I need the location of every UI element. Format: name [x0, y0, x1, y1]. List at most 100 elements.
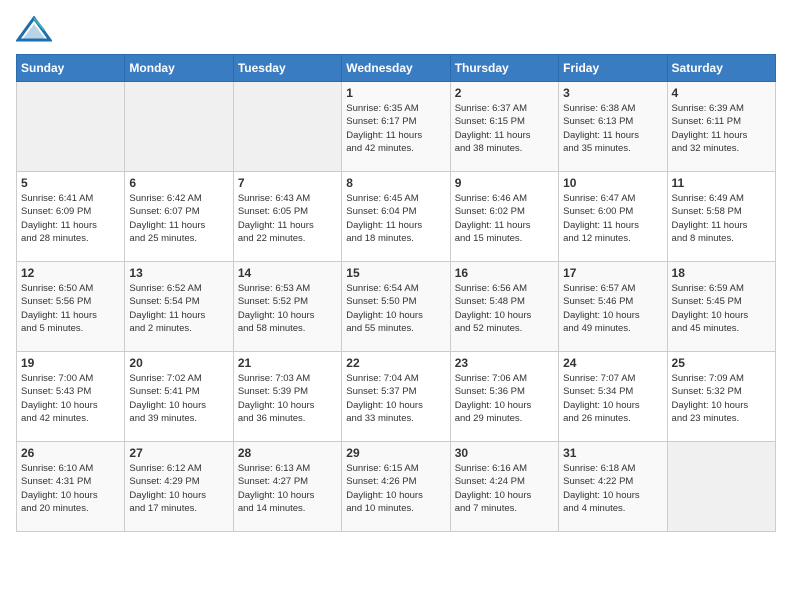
day-info: Sunrise: 6:45 AM Sunset: 6:04 PM Dayligh… [346, 192, 445, 245]
calendar-cell: 21 Sunrise: 7:03 AM Sunset: 5:39 PM Dayli… [233, 352, 341, 442]
calendar-cell: 14 Sunrise: 6:53 AM Sunset: 5:52 PM Dayli… [233, 262, 341, 352]
day-info: Sunrise: 6:56 AM Sunset: 5:48 PM Dayligh… [455, 282, 554, 335]
calendar-cell: 22 Sunrise: 7:04 AM Sunset: 5:37 PM Dayli… [342, 352, 450, 442]
day-number: 9 [455, 176, 554, 190]
calendar-cell: 25Sunrise: 7:09 AM Sunset: 5:32 PM Dayli… [667, 352, 775, 442]
calendar-cell: 29 Sunrise: 6:15 AM Sunset: 4:26 PM Dayli… [342, 442, 450, 532]
calendar-cell: 2 Sunrise: 6:37 AM Sunset: 6:15 PM Daylig… [450, 82, 558, 172]
day-info: Sunrise: 6:42 AM Sunset: 6:07 PM Dayligh… [129, 192, 228, 245]
calendar-cell: 18 Sunrise: 6:59 AM Sunset: 5:45 PM Dayli… [667, 262, 775, 352]
day-info: Sunrise: 6:38 AM Sunset: 6:13 PM Dayligh… [563, 102, 662, 155]
day-info: Sunrise: 6:39 AM Sunset: 6:11 PM Dayligh… [672, 102, 771, 155]
day-number: 17 [563, 266, 662, 280]
calendar-cell [667, 442, 775, 532]
day-number: 20 [129, 356, 228, 370]
day-info: Sunrise: 7:00 AM Sunset: 5:43 PM Dayligh… [21, 372, 120, 425]
day-number: 11 [672, 176, 771, 190]
day-number: 23 [455, 356, 554, 370]
day-info: Sunrise: 6:47 AM Sunset: 6:00 PM Dayligh… [563, 192, 662, 245]
calendar-cell: 24Sunrise: 7:07 AM Sunset: 5:34 PM Dayli… [559, 352, 667, 442]
day-number: 5 [21, 176, 120, 190]
day-info: Sunrise: 6:53 AM Sunset: 5:52 PM Dayligh… [238, 282, 337, 335]
day-info: Sunrise: 6:37 AM Sunset: 6:15 PM Dayligh… [455, 102, 554, 155]
weekday-header: Sunday [17, 55, 125, 82]
weekday-header: Monday [125, 55, 233, 82]
calendar-cell: 13Sunrise: 6:52 AM Sunset: 5:54 PM Dayli… [125, 262, 233, 352]
day-info: Sunrise: 7:04 AM Sunset: 5:37 PM Dayligh… [346, 372, 445, 425]
calendar-cell [125, 82, 233, 172]
calendar-cell: 31Sunrise: 6:18 AM Sunset: 4:22 PM Dayli… [559, 442, 667, 532]
weekday-header: Thursday [450, 55, 558, 82]
calendar-cell [17, 82, 125, 172]
calendar-week-row: 1 Sunrise: 6:35 AM Sunset: 6:17 PM Daylig… [17, 82, 776, 172]
calendar-header: SundayMondayTuesdayWednesdayThursdayFrid… [17, 55, 776, 82]
day-info: Sunrise: 6:59 AM Sunset: 5:45 PM Dayligh… [672, 282, 771, 335]
day-info: Sunrise: 6:12 AM Sunset: 4:29 PM Dayligh… [129, 462, 228, 515]
day-info: Sunrise: 6:13 AM Sunset: 4:27 PM Dayligh… [238, 462, 337, 515]
day-number: 14 [238, 266, 337, 280]
day-number: 30 [455, 446, 554, 460]
day-number: 18 [672, 266, 771, 280]
calendar-cell: 3 Sunrise: 6:38 AM Sunset: 6:13 PM Daylig… [559, 82, 667, 172]
day-number: 2 [455, 86, 554, 100]
calendar-table: SundayMondayTuesdayWednesdayThursdayFrid… [16, 54, 776, 532]
day-number: 21 [238, 356, 337, 370]
calendar-cell: 7 Sunrise: 6:43 AM Sunset: 6:05 PM Daylig… [233, 172, 341, 262]
day-info: Sunrise: 6:15 AM Sunset: 4:26 PM Dayligh… [346, 462, 445, 515]
calendar-cell: 28 Sunrise: 6:13 AM Sunset: 4:27 PM Dayli… [233, 442, 341, 532]
day-number: 1 [346, 86, 445, 100]
day-number: 27 [129, 446, 228, 460]
calendar-cell: 23 Sunrise: 7:06 AM Sunset: 5:36 PM Dayli… [450, 352, 558, 442]
day-info: Sunrise: 7:03 AM Sunset: 5:39 PM Dayligh… [238, 372, 337, 425]
calendar-cell: 9 Sunrise: 6:46 AM Sunset: 6:02 PM Daylig… [450, 172, 558, 262]
page-header [16, 16, 776, 44]
day-number: 22 [346, 356, 445, 370]
day-number: 26 [21, 446, 120, 460]
calendar-cell: 6 Sunrise: 6:42 AM Sunset: 6:07 PM Daylig… [125, 172, 233, 262]
day-info: Sunrise: 6:10 AM Sunset: 4:31 PM Dayligh… [21, 462, 120, 515]
logo [16, 16, 56, 44]
calendar-cell: 8Sunrise: 6:45 AM Sunset: 6:04 PM Daylig… [342, 172, 450, 262]
calendar-week-row: 26 Sunrise: 6:10 AM Sunset: 4:31 PM Dayli… [17, 442, 776, 532]
day-number: 7 [238, 176, 337, 190]
day-info: Sunrise: 6:16 AM Sunset: 4:24 PM Dayligh… [455, 462, 554, 515]
day-info: Sunrise: 6:54 AM Sunset: 5:50 PM Dayligh… [346, 282, 445, 335]
calendar-cell: 17Sunrise: 6:57 AM Sunset: 5:46 PM Dayli… [559, 262, 667, 352]
calendar-cell: 30 Sunrise: 6:16 AM Sunset: 4:24 PM Dayli… [450, 442, 558, 532]
calendar-cell: 26 Sunrise: 6:10 AM Sunset: 4:31 PM Dayli… [17, 442, 125, 532]
day-number: 28 [238, 446, 337, 460]
weekday-header: Saturday [667, 55, 775, 82]
day-number: 10 [563, 176, 662, 190]
day-info: Sunrise: 7:06 AM Sunset: 5:36 PM Dayligh… [455, 372, 554, 425]
calendar-cell: 20 Sunrise: 7:02 AM Sunset: 5:41 PM Dayli… [125, 352, 233, 442]
day-info: Sunrise: 6:41 AM Sunset: 6:09 PM Dayligh… [21, 192, 120, 245]
calendar-cell: 1 Sunrise: 6:35 AM Sunset: 6:17 PM Daylig… [342, 82, 450, 172]
calendar-cell: 16Sunrise: 6:56 AM Sunset: 5:48 PM Dayli… [450, 262, 558, 352]
day-info: Sunrise: 6:50 AM Sunset: 5:56 PM Dayligh… [21, 282, 120, 335]
day-info: Sunrise: 7:02 AM Sunset: 5:41 PM Dayligh… [129, 372, 228, 425]
calendar-week-row: 5 Sunrise: 6:41 AM Sunset: 6:09 PM Daylig… [17, 172, 776, 262]
day-info: Sunrise: 7:09 AM Sunset: 5:32 PM Dayligh… [672, 372, 771, 425]
logo-icon [16, 16, 52, 44]
day-info: Sunrise: 6:35 AM Sunset: 6:17 PM Dayligh… [346, 102, 445, 155]
day-info: Sunrise: 6:18 AM Sunset: 4:22 PM Dayligh… [563, 462, 662, 515]
weekday-header: Friday [559, 55, 667, 82]
calendar-cell: 15Sunrise: 6:54 AM Sunset: 5:50 PM Dayli… [342, 262, 450, 352]
calendar-cell: 19Sunrise: 7:00 AM Sunset: 5:43 PM Dayli… [17, 352, 125, 442]
day-info: Sunrise: 6:46 AM Sunset: 6:02 PM Dayligh… [455, 192, 554, 245]
calendar-cell: 4Sunrise: 6:39 AM Sunset: 6:11 PM Daylig… [667, 82, 775, 172]
calendar-cell: 5 Sunrise: 6:41 AM Sunset: 6:09 PM Daylig… [17, 172, 125, 262]
day-info: Sunrise: 6:43 AM Sunset: 6:05 PM Dayligh… [238, 192, 337, 245]
day-number: 29 [346, 446, 445, 460]
day-number: 3 [563, 86, 662, 100]
calendar-week-row: 19Sunrise: 7:00 AM Sunset: 5:43 PM Dayli… [17, 352, 776, 442]
day-info: Sunrise: 6:49 AM Sunset: 5:58 PM Dayligh… [672, 192, 771, 245]
day-info: Sunrise: 6:52 AM Sunset: 5:54 PM Dayligh… [129, 282, 228, 335]
calendar-cell [233, 82, 341, 172]
calendar-cell: 11 Sunrise: 6:49 AM Sunset: 5:58 PM Dayli… [667, 172, 775, 262]
calendar-cell: 12Sunrise: 6:50 AM Sunset: 5:56 PM Dayli… [17, 262, 125, 352]
calendar-cell: 10 Sunrise: 6:47 AM Sunset: 6:00 PM Dayli… [559, 172, 667, 262]
day-number: 6 [129, 176, 228, 190]
calendar-cell: 27 Sunrise: 6:12 AM Sunset: 4:29 PM Dayli… [125, 442, 233, 532]
day-number: 24 [563, 356, 662, 370]
